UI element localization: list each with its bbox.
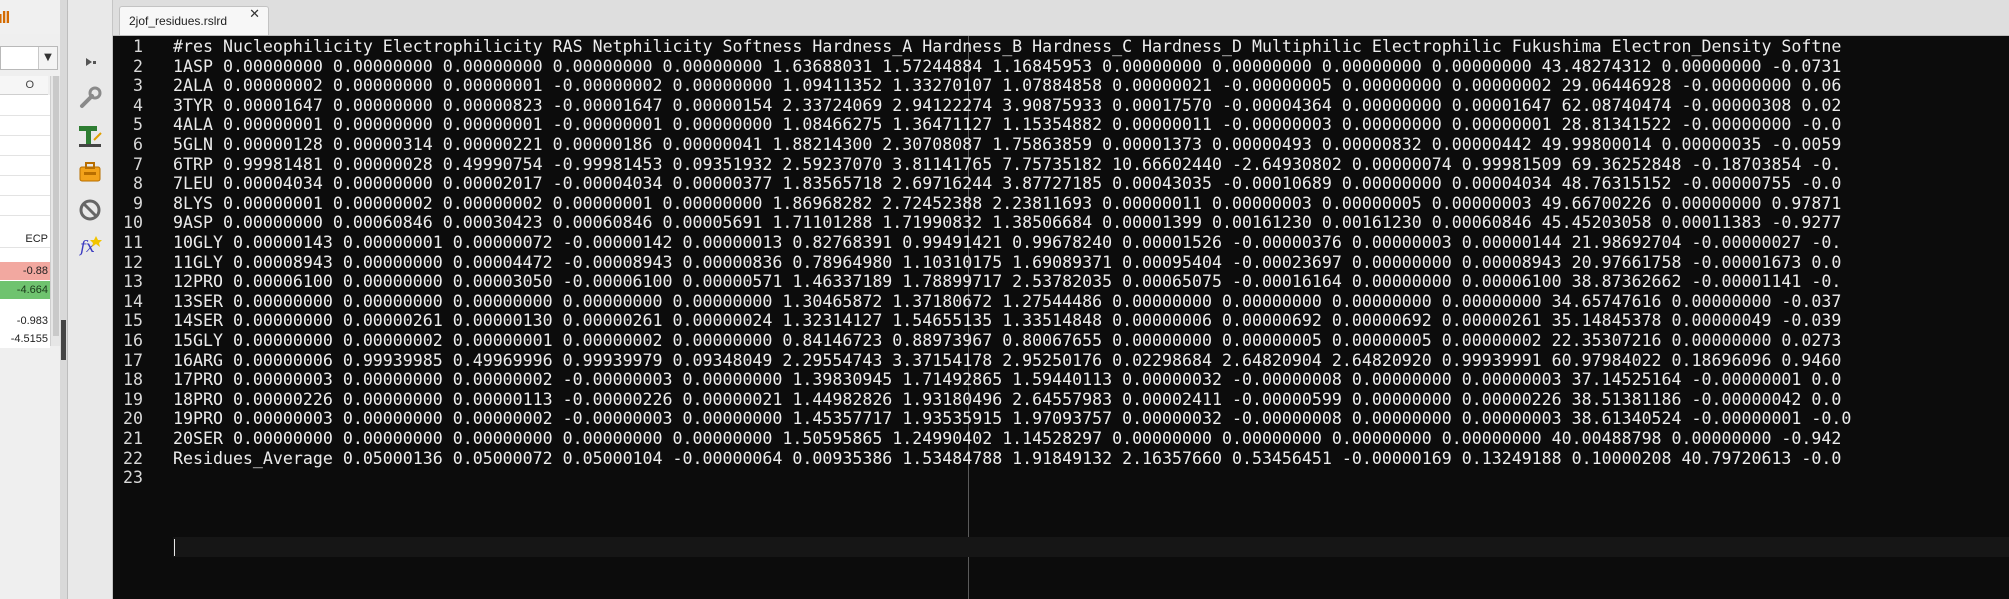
line-number: 10 — [123, 213, 143, 233]
splitter-handle[interactable] — [61, 320, 66, 360]
line-number: 9 — [133, 193, 143, 213]
code-line[interactable]: 20SER 0.00000000 0.00000000 0.00000000 0… — [173, 429, 1841, 449]
ecp-header-label: ECP — [25, 233, 48, 245]
line-number: 1 — [133, 37, 143, 56]
column-header[interactable]: O — [0, 76, 48, 95]
scrollbar-thumb[interactable] — [53, 76, 59, 336]
line-number: 2 — [133, 56, 143, 76]
line-number: 6 — [133, 135, 143, 154]
tab-label: 2jof_residues.rslrd — [129, 14, 228, 28]
code-line[interactable]: Residues_Average 0.05000136 0.05000072 0… — [173, 449, 1841, 469]
code-line[interactable]: 15GLY 0.00000000 0.00000002 0.00000001 0… — [173, 331, 1841, 351]
code-line[interactable]: 6TRP 0.99981481 0.00000028 0.49990754 -0… — [173, 155, 1841, 175]
function-icon[interactable]: fx — [76, 232, 104, 260]
line-number: 20 — [123, 409, 143, 429]
tab-file[interactable]: 2jof_residues.rslrd ✕ — [119, 6, 269, 35]
code-line[interactable]: 18PRO 0.00000226 0.00000000 0.00000113 -… — [173, 390, 1841, 410]
chevron-down-icon[interactable]: ▼ — [38, 47, 57, 69]
wrench-icon[interactable] — [76, 84, 104, 112]
code-line[interactable]: 7LEU 0.00004034 0.00000000 0.00002017 -0… — [173, 174, 1841, 194]
line-number: 14 — [123, 291, 143, 311]
line-number: 11 — [123, 233, 143, 252]
column-header-label: O — [25, 79, 34, 91]
code-area[interactable]: #res Nucleophilicity Electrophilicity RA… — [173, 36, 2009, 599]
line-number: 15 — [123, 311, 143, 331]
line-number: 17 — [123, 350, 143, 370]
left-panel: ıll ▼ O ECP -0.88 -4.664 -0.983 -4.5155 — [0, 0, 61, 599]
prohibit-icon[interactable] — [76, 196, 104, 224]
code-line[interactable]: 14SER 0.00000000 0.00000261 0.00000130 0… — [173, 311, 1841, 331]
vertical-toolbar: fx — [68, 0, 113, 599]
code-line[interactable]: 16ARG 0.00000006 0.99939985 0.49969996 0… — [173, 351, 1841, 371]
code-line[interactable]: 2ALA 0.00000002 0.00000000 0.00000001 -0… — [173, 76, 1841, 96]
line-number: 16 — [123, 331, 143, 350]
table-cell[interactable]: -0.88 — [0, 262, 50, 280]
line-number: 4 — [133, 95, 143, 115]
code-line[interactable]: 4ALA 0.00000001 0.00000000 0.00000001 -0… — [173, 115, 1841, 135]
code-line[interactable]: 12PRO 0.00006100 0.00000000 0.00003050 -… — [173, 272, 1841, 292]
suitcase-icon[interactable] — [76, 158, 104, 186]
app-logo-icon: ıll — [0, 8, 10, 27]
panel-splitter[interactable] — [60, 0, 68, 599]
line-number-gutter: 1 2 3 4 5 6 7 8 9 10 11 12 13 14 15 16 17 18 19 20 21 22 23 — [113, 36, 171, 599]
table-cell[interactable]: -4.5155 — [0, 330, 50, 348]
code-line[interactable]: 5GLN 0.00000128 0.00000314 0.00000221 0.… — [173, 135, 1841, 155]
line-number: 21 — [123, 429, 143, 448]
code-line[interactable]: 13SER 0.00000000 0.00000000 0.00000000 0… — [173, 292, 1841, 312]
move-handle-icon[interactable] — [76, 48, 104, 76]
cell-value: -0.983 — [16, 315, 48, 327]
line-number: 8 — [133, 174, 143, 194]
line-number: 12 — [123, 252, 143, 272]
line-number: 23 — [123, 468, 143, 488]
code-line[interactable]: 1ASP 0.00000000 0.00000000 0.00000000 0.… — [173, 57, 1841, 77]
cell-value: -0.88 — [22, 265, 48, 277]
line-number: 3 — [133, 76, 143, 96]
text-editor: 2jof_residues.rslrd ✕ 1 2 3 4 5 6 7 8 9 10 11 12 13 1… — [113, 0, 2009, 599]
line-number: 7 — [133, 154, 143, 174]
combo-box[interactable]: ▼ — [0, 46, 58, 70]
table-grid — [0, 95, 50, 345]
ecp-column-header[interactable]: ECP — [0, 230, 50, 248]
table-cell[interactable]: -4.664 — [0, 281, 50, 299]
tab-bar: 2jof_residues.rslrd ✕ — [113, 0, 2009, 36]
line-number: 19 — [123, 389, 143, 409]
code-line[interactable]: 8LYS 0.00000001 0.00000002 0.00000002 0.… — [173, 194, 1841, 214]
code-line[interactable]: 11GLY 0.00008943 0.00000000 0.00004472 -… — [173, 253, 1841, 273]
cell-value: -4.5155 — [10, 333, 48, 345]
line-number: 22 — [123, 448, 143, 468]
left-toolbar: ıll — [0, 0, 60, 34]
code-line[interactable]: 9ASP 0.00000000 0.00060846 0.00030423 0.… — [173, 213, 1841, 233]
line-number: 5 — [133, 115, 143, 135]
code-line[interactable]: 17PRO 0.00000003 0.00000000 0.00000002 -… — [173, 370, 1841, 390]
code-line[interactable]: 3TYR 0.00001647 0.00000000 0.00000823 -0… — [173, 96, 1841, 116]
code-line[interactable]: #res Nucleophilicity Electrophilicity RA… — [173, 37, 1841, 57]
cell-value: -4.664 — [16, 284, 48, 296]
code-line[interactable]: 10GLY 0.00000143 0.00000001 0.00000072 -… — [173, 233, 1841, 253]
close-icon[interactable]: ✕ — [249, 7, 260, 22]
line-number: 13 — [123, 272, 143, 292]
text-format-icon[interactable] — [76, 122, 104, 150]
line-number: 18 — [123, 370, 143, 390]
combo-field[interactable] — [1, 47, 37, 69]
code-line[interactable]: 19PRO 0.00000003 0.00000000 0.00000002 -… — [173, 409, 1851, 429]
table-cell[interactable]: -0.983 — [0, 312, 50, 330]
